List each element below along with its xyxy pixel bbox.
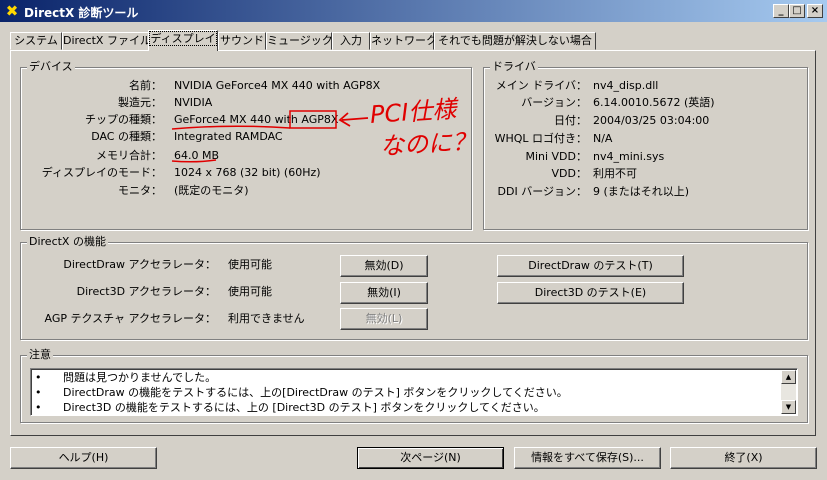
- red-annotation-marks: [171, 110, 369, 163]
- agp8x-highlight-box: [289, 110, 337, 129]
- annotation-arrow: [338, 112, 369, 127]
- memory-underline: [171, 159, 217, 163]
- annotation-text-line2: なのに？: [379, 127, 477, 161]
- chip-type-underline: [171, 125, 291, 130]
- annotation-text-line1: PCI仕様: [369, 95, 458, 129]
- tab-display[interactable]: ディスプレイ: [148, 30, 218, 51]
